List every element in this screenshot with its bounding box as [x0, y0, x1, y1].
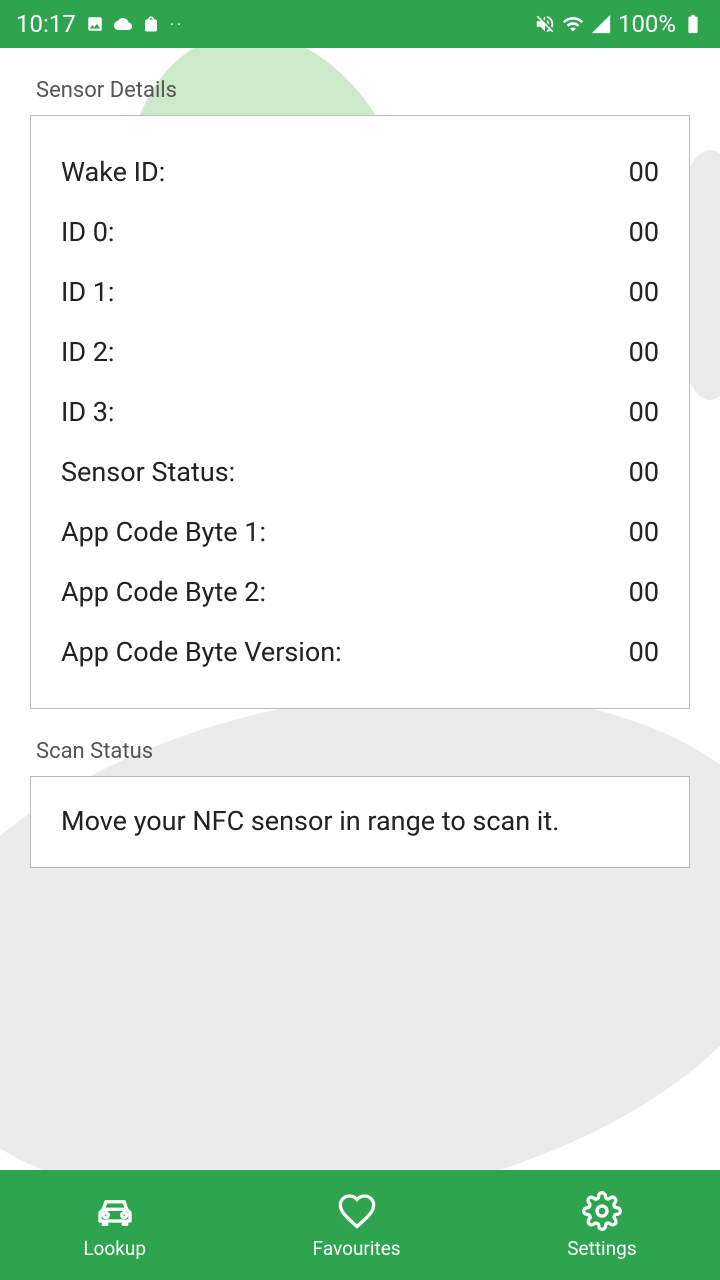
nav-lookup-label: Lookup: [83, 1237, 146, 1260]
detail-row: Sensor Status: 00: [61, 442, 659, 502]
scan-status-message: Move your NFC sensor in range to scan it…: [61, 803, 659, 841]
cloud-icon: [114, 15, 132, 33]
detail-label: App Code Byte 1:: [61, 516, 266, 548]
battery-icon: [682, 13, 704, 35]
nav-settings[interactable]: Settings: [567, 1191, 636, 1260]
detail-row: ID 0: 00: [61, 202, 659, 262]
detail-row: App Code Byte 1: 00: [61, 502, 659, 562]
detail-row: Wake ID: 00: [61, 142, 659, 202]
battery-percent: 100%: [618, 10, 676, 38]
detail-value: 00: [629, 336, 659, 368]
scan-status-card: Move your NFC sensor in range to scan it…: [30, 776, 690, 868]
gear-icon: [582, 1191, 622, 1231]
detail-label: ID 3:: [61, 396, 114, 428]
sensor-details-title: Sensor Details: [36, 78, 690, 103]
detail-value: 00: [629, 636, 659, 668]
nav-favourites[interactable]: Favourites: [313, 1191, 401, 1260]
bag-icon: [142, 15, 160, 33]
nav-settings-label: Settings: [567, 1237, 636, 1260]
mute-icon: [534, 13, 556, 35]
status-bar: 10:17 ·· 100%: [0, 0, 720, 48]
heart-icon: [337, 1191, 377, 1231]
detail-label: ID 1:: [61, 276, 114, 308]
detail-value: 00: [629, 516, 659, 548]
detail-row: App Code Byte 2: 00: [61, 562, 659, 622]
detail-label: ID 0:: [61, 216, 114, 248]
detail-value: 00: [629, 156, 659, 188]
detail-label: ID 2:: [61, 336, 114, 368]
detail-row: ID 3: 00: [61, 382, 659, 442]
detail-value: 00: [629, 216, 659, 248]
detail-row: App Code Byte Version: 00: [61, 622, 659, 682]
bottom-nav: Lookup Favourites Settings: [0, 1170, 720, 1280]
nav-lookup[interactable]: Lookup: [83, 1191, 146, 1260]
detail-value: 00: [629, 576, 659, 608]
detail-value: 00: [629, 396, 659, 428]
sensor-details-card: Wake ID:00ID 0:00ID 1:00ID 2:00ID 3:00Se…: [30, 115, 690, 709]
status-time: 10:17: [16, 10, 76, 38]
car-icon: [95, 1191, 135, 1231]
nav-favourites-label: Favourites: [313, 1237, 401, 1260]
wifi-icon: [562, 13, 584, 35]
more-icon: ··: [170, 15, 184, 34]
image-icon: [86, 15, 104, 33]
detail-label: Wake ID:: [61, 156, 165, 188]
detail-value: 00: [629, 456, 659, 488]
detail-row: ID 2: 00: [61, 322, 659, 382]
scan-status-title: Scan Status: [36, 739, 690, 764]
detail-value: 00: [629, 276, 659, 308]
detail-row: ID 1: 00: [61, 262, 659, 322]
detail-label: Sensor Status:: [61, 456, 235, 488]
signal-icon: [590, 13, 612, 35]
detail-label: App Code Byte Version:: [61, 636, 342, 668]
detail-label: App Code Byte 2:: [61, 576, 266, 608]
